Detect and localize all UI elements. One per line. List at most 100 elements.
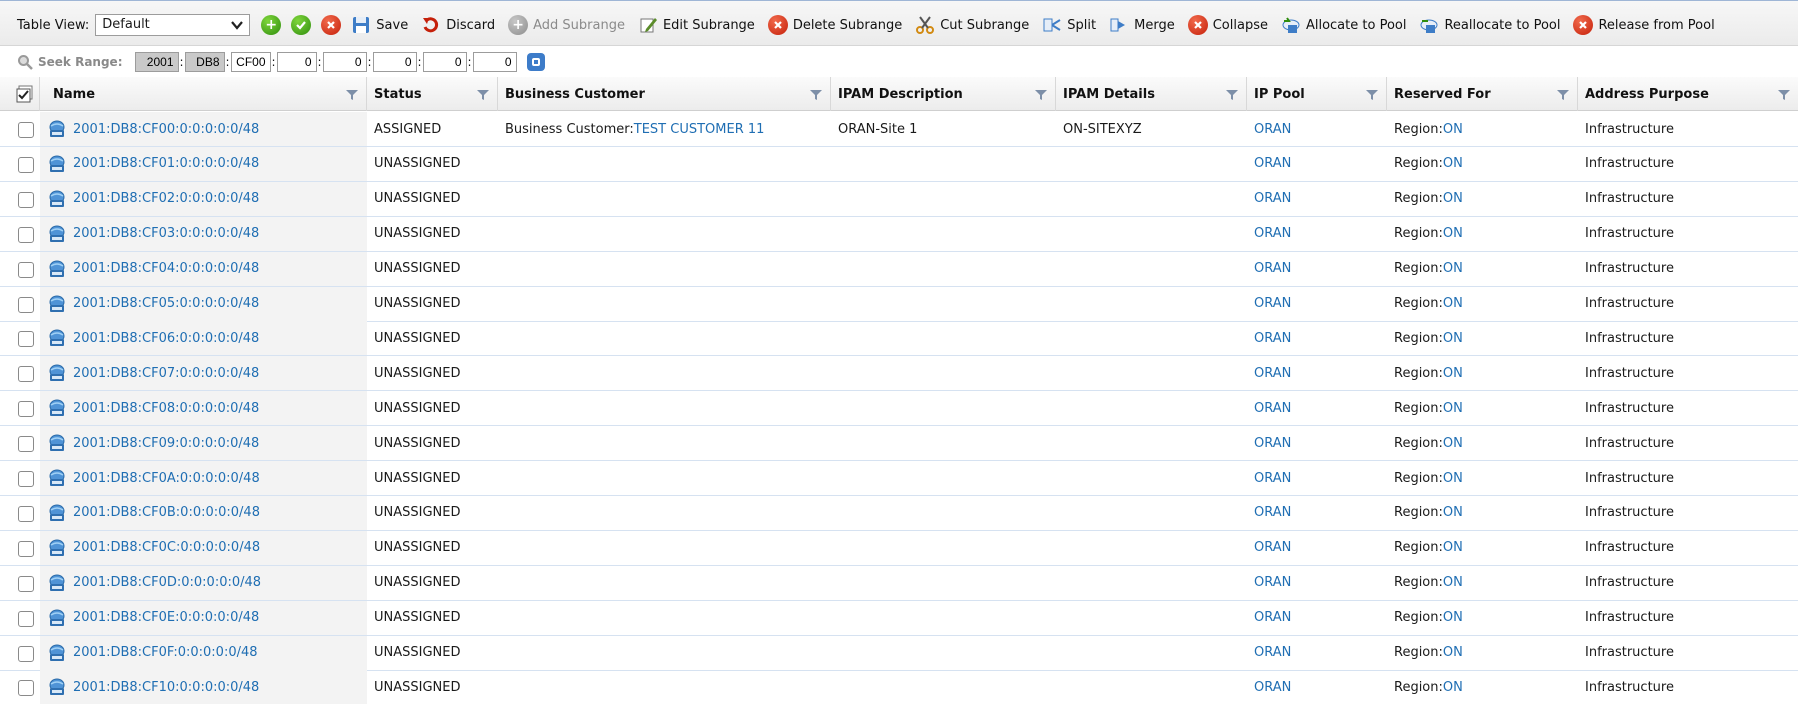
range-name-link[interactable]: 2001:DB8:CF0F:0:0:0:0:0/48	[73, 645, 258, 660]
range-name-link[interactable]: 2001:DB8:CF09:0:0:0:0:0/48	[73, 436, 259, 451]
range-name-link[interactable]: 2001:DB8:CF0A:0:0:0:0:0/48	[73, 471, 260, 486]
table-row[interactable]: 2001:DB8:CF0B:0:0:0:0:0/48 UNASSIGNED OR…	[0, 495, 1798, 531]
merge-button[interactable]: Merge	[1109, 15, 1175, 35]
row-checkbox[interactable]	[18, 680, 34, 697]
ip-pool-link[interactable]: ORAN	[1254, 680, 1291, 695]
table-row[interactable]: 2001:DB8:CF0E:0:0:0:0:0/48 UNASSIGNED OR…	[0, 600, 1798, 636]
filter-icon[interactable]	[1366, 90, 1378, 100]
range-name-link[interactable]: 2001:DB8:CF07:0:0:0:0:0/48	[73, 366, 259, 381]
split-button[interactable]: Split	[1042, 15, 1096, 35]
column-header-address-purpose[interactable]: Address Purpose	[1578, 77, 1798, 111]
ip-pool-link[interactable]: ORAN	[1254, 122, 1291, 137]
seek-segment-4[interactable]	[276, 52, 317, 72]
row-checkbox[interactable]	[18, 436, 34, 453]
table-row[interactable]: 2001:DB8:CF01:0:0:0:0:0/48 UNASSIGNED OR…	[0, 146, 1798, 182]
discard-button[interactable]: Discard	[421, 15, 495, 35]
range-name-link[interactable]: 2001:DB8:CF06:0:0:0:0:0/48	[73, 331, 259, 346]
add-subrange-button[interactable]: + Add Subrange	[508, 15, 625, 35]
row-checkbox[interactable]	[18, 575, 34, 592]
ip-pool-link[interactable]: ORAN	[1254, 331, 1291, 346]
row-checkbox[interactable]	[18, 191, 34, 208]
filter-icon[interactable]	[1035, 90, 1047, 100]
cut-subrange-button[interactable]: Cut Subrange	[915, 15, 1029, 35]
region-link[interactable]: ON	[1443, 575, 1463, 590]
ip-pool-link[interactable]: ORAN	[1254, 296, 1291, 311]
region-link[interactable]: ON	[1443, 436, 1463, 451]
region-link[interactable]: ON	[1443, 261, 1463, 276]
ip-pool-link[interactable]: ORAN	[1254, 226, 1291, 241]
range-name-link[interactable]: 2001:DB8:CF00:0:0:0:0:0/48	[73, 122, 259, 137]
range-name-link[interactable]: 2001:DB8:CF08:0:0:0:0:0/48	[73, 401, 259, 416]
table-view-select[interactable]: Default	[95, 14, 251, 36]
ip-pool-link[interactable]: ORAN	[1254, 505, 1291, 520]
delete-subrange-button[interactable]: Delete Subrange	[767, 15, 902, 35]
row-checkbox[interactable]	[18, 401, 34, 418]
column-header-business-customer[interactable]: Business Customer	[498, 77, 831, 111]
ip-pool-link[interactable]: ORAN	[1254, 191, 1291, 206]
region-link[interactable]: ON	[1443, 471, 1463, 486]
seek-segment-2[interactable]	[184, 52, 225, 72]
row-checkbox[interactable]	[18, 122, 34, 138]
column-header-name[interactable]: Name	[46, 77, 367, 111]
column-header-status[interactable]: Status	[367, 77, 498, 111]
region-link[interactable]: ON	[1443, 680, 1463, 695]
region-link[interactable]: ON	[1443, 226, 1463, 241]
region-link[interactable]: ON	[1443, 156, 1463, 171]
region-link[interactable]: ON	[1443, 331, 1463, 346]
allocate-to-pool-button[interactable]: Allocate to Pool	[1281, 15, 1406, 35]
seek-segment-6[interactable]	[372, 52, 417, 72]
ip-pool-link[interactable]: ORAN	[1254, 436, 1291, 451]
table-row[interactable]: 2001:DB8:CF0F:0:0:0:0:0/48 UNASSIGNED OR…	[0, 635, 1798, 671]
reallocate-to-pool-button[interactable]: Reallocate to Pool	[1419, 15, 1560, 35]
row-checkbox[interactable]	[18, 331, 34, 348]
row-checkbox[interactable]	[18, 261, 34, 278]
table-row[interactable]: 2001:DB8:CF03:0:0:0:0:0/48 UNASSIGNED OR…	[0, 216, 1798, 252]
filter-icon[interactable]	[346, 90, 358, 100]
range-name-link[interactable]: 2001:DB8:CF10:0:0:0:0:0/48	[73, 680, 259, 695]
table-row[interactable]: 2001:DB8:CF00:0:0:0:0:0/48 ASSIGNED Busi…	[0, 112, 1798, 147]
range-name-link[interactable]: 2001:DB8:CF0D:0:0:0:0:0/48	[73, 575, 261, 590]
row-checkbox[interactable]	[18, 366, 34, 383]
range-name-link[interactable]: 2001:DB8:CF02:0:0:0:0:0/48	[73, 191, 259, 206]
add-view-icon[interactable]: +	[261, 15, 282, 35]
range-name-link[interactable]: 2001:DB8:CF03:0:0:0:0:0/48	[73, 226, 259, 241]
range-name-link[interactable]: 2001:DB8:CF0B:0:0:0:0:0/48	[73, 505, 260, 520]
table-row[interactable]: 2001:DB8:CF07:0:0:0:0:0/48 UNASSIGNED OR…	[0, 356, 1798, 392]
row-checkbox[interactable]	[18, 540, 34, 557]
select-all-header[interactable]	[0, 77, 40, 111]
table-row[interactable]: 2001:DB8:CF02:0:0:0:0:0/48 UNASSIGNED OR…	[0, 181, 1798, 217]
region-link[interactable]: ON	[1443, 296, 1463, 311]
ip-pool-link[interactable]: ORAN	[1254, 366, 1291, 381]
seek-segment-1[interactable]	[134, 52, 179, 72]
filter-icon[interactable]	[810, 90, 822, 100]
table-row[interactable]: 2001:DB8:CF05:0:0:0:0:0/48 UNASSIGNED OR…	[0, 286, 1798, 322]
filter-icon[interactable]	[477, 90, 489, 100]
table-row[interactable]: 2001:DB8:CF0D:0:0:0:0:0/48 UNASSIGNED OR…	[0, 565, 1798, 601]
table-row[interactable]: 2001:DB8:CF06:0:0:0:0:0/48 UNASSIGNED OR…	[0, 321, 1798, 357]
column-header-reserved-for[interactable]: Reserved For	[1387, 77, 1578, 111]
range-name-link[interactable]: 2001:DB8:CF04:0:0:0:0:0/48	[73, 261, 259, 276]
ip-pool-link[interactable]: ORAN	[1254, 261, 1291, 276]
filter-icon[interactable]	[1226, 90, 1238, 100]
table-row[interactable]: 2001:DB8:CF09:0:0:0:0:0/48 UNASSIGNED OR…	[0, 426, 1798, 462]
region-link[interactable]: ON	[1443, 610, 1463, 625]
table-row[interactable]: 2001:DB8:CF0A:0:0:0:0:0/48 UNASSIGNED OR…	[0, 461, 1798, 496]
row-checkbox[interactable]	[18, 226, 34, 243]
table-row[interactable]: 2001:DB8:CF10:0:0:0:0:0/48 UNASSIGNED OR…	[0, 670, 1798, 704]
region-link[interactable]: ON	[1443, 401, 1463, 416]
ip-pool-link[interactable]: ORAN	[1254, 401, 1291, 416]
business-customer-link[interactable]: TEST CUSTOMER 11	[634, 122, 765, 137]
seek-segment-5[interactable]	[322, 52, 367, 72]
apply-view-icon[interactable]	[291, 15, 312, 35]
table-row[interactable]: 2001:DB8:CF08:0:0:0:0:0/48 UNASSIGNED OR…	[0, 391, 1798, 427]
column-header-ip-pool[interactable]: IP Pool	[1247, 77, 1387, 111]
range-name-link[interactable]: 2001:DB8:CF0E:0:0:0:0:0/48	[73, 610, 259, 625]
ip-pool-link[interactable]: ORAN	[1254, 645, 1291, 660]
table-row[interactable]: 2001:DB8:CF0C:0:0:0:0:0/48 UNASSIGNED OR…	[0, 530, 1798, 566]
table-row[interactable]: 2001:DB8:CF04:0:0:0:0:0/48 UNASSIGNED OR…	[0, 251, 1798, 287]
region-link[interactable]: ON	[1443, 122, 1463, 137]
save-button[interactable]: Save	[351, 15, 408, 35]
range-name-link[interactable]: 2001:DB8:CF01:0:0:0:0:0/48	[73, 156, 259, 171]
ip-pool-link[interactable]: ORAN	[1254, 540, 1291, 555]
remove-view-icon[interactable]	[321, 15, 342, 35]
